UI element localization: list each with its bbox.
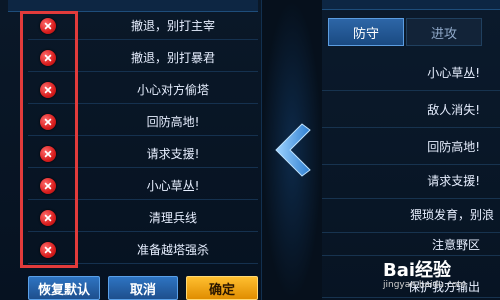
- confirm-button[interactable]: 确定: [186, 276, 258, 300]
- message-label: 小心草丛!: [146, 179, 200, 193]
- cancel-button[interactable]: 取消: [108, 276, 178, 300]
- phrase-item[interactable]: 猥琐发育，别浪: [322, 196, 500, 233]
- message-label: 准备越塔强杀: [136, 243, 209, 257]
- preset-phrases-panel: 防守 进攻 小心草丛! 敌人消失! 回防高地! 请求支援! 猥琐发育，别浪 注意…: [322, 0, 500, 300]
- watermark-url: jingyan.baidu.com: [383, 280, 467, 290]
- transfer-divider: [262, 0, 322, 300]
- red-highlight-annotation: [20, 11, 78, 268]
- phrase-item[interactable]: 回防高地!: [322, 128, 500, 165]
- message-label: 请求支援!: [146, 147, 200, 161]
- baidu-jingyan-watermark: Bai经验 jingyan.baidu.com: [383, 256, 499, 300]
- message-label: 撤退，别打主宰: [130, 19, 215, 33]
- phrase-item[interactable]: 注意野区: [322, 234, 500, 256]
- message-label: 回防高地!: [146, 115, 200, 129]
- tab-defense[interactable]: 防守: [328, 18, 404, 46]
- reset-default-button[interactable]: 恢复默认: [28, 276, 100, 300]
- custom-messages-panel: 撤退，别打主宰 撤退，别打暴君 小心对方偷塔 回防高地! 请求支援! 小心草丛!: [0, 0, 262, 300]
- chevron-left-icon[interactable]: [272, 120, 312, 180]
- watermark-logo: Bai经验: [383, 260, 452, 281]
- action-bar: 恢复默认 取消 确定: [28, 276, 258, 300]
- message-label: 清理兵线: [148, 211, 197, 225]
- tab-attack[interactable]: 进攻: [406, 18, 482, 46]
- message-label: 小心对方偷塔: [136, 83, 209, 97]
- category-tabs: 防守 进攻: [328, 18, 482, 46]
- phrase-item[interactable]: 小心草丛!: [322, 54, 500, 91]
- panel-header: [322, 0, 500, 10]
- message-label: 撤退，别打暴君: [130, 51, 215, 65]
- phrase-item[interactable]: 敌人消失!: [322, 91, 500, 128]
- phrase-item[interactable]: 请求支援!: [322, 162, 500, 199]
